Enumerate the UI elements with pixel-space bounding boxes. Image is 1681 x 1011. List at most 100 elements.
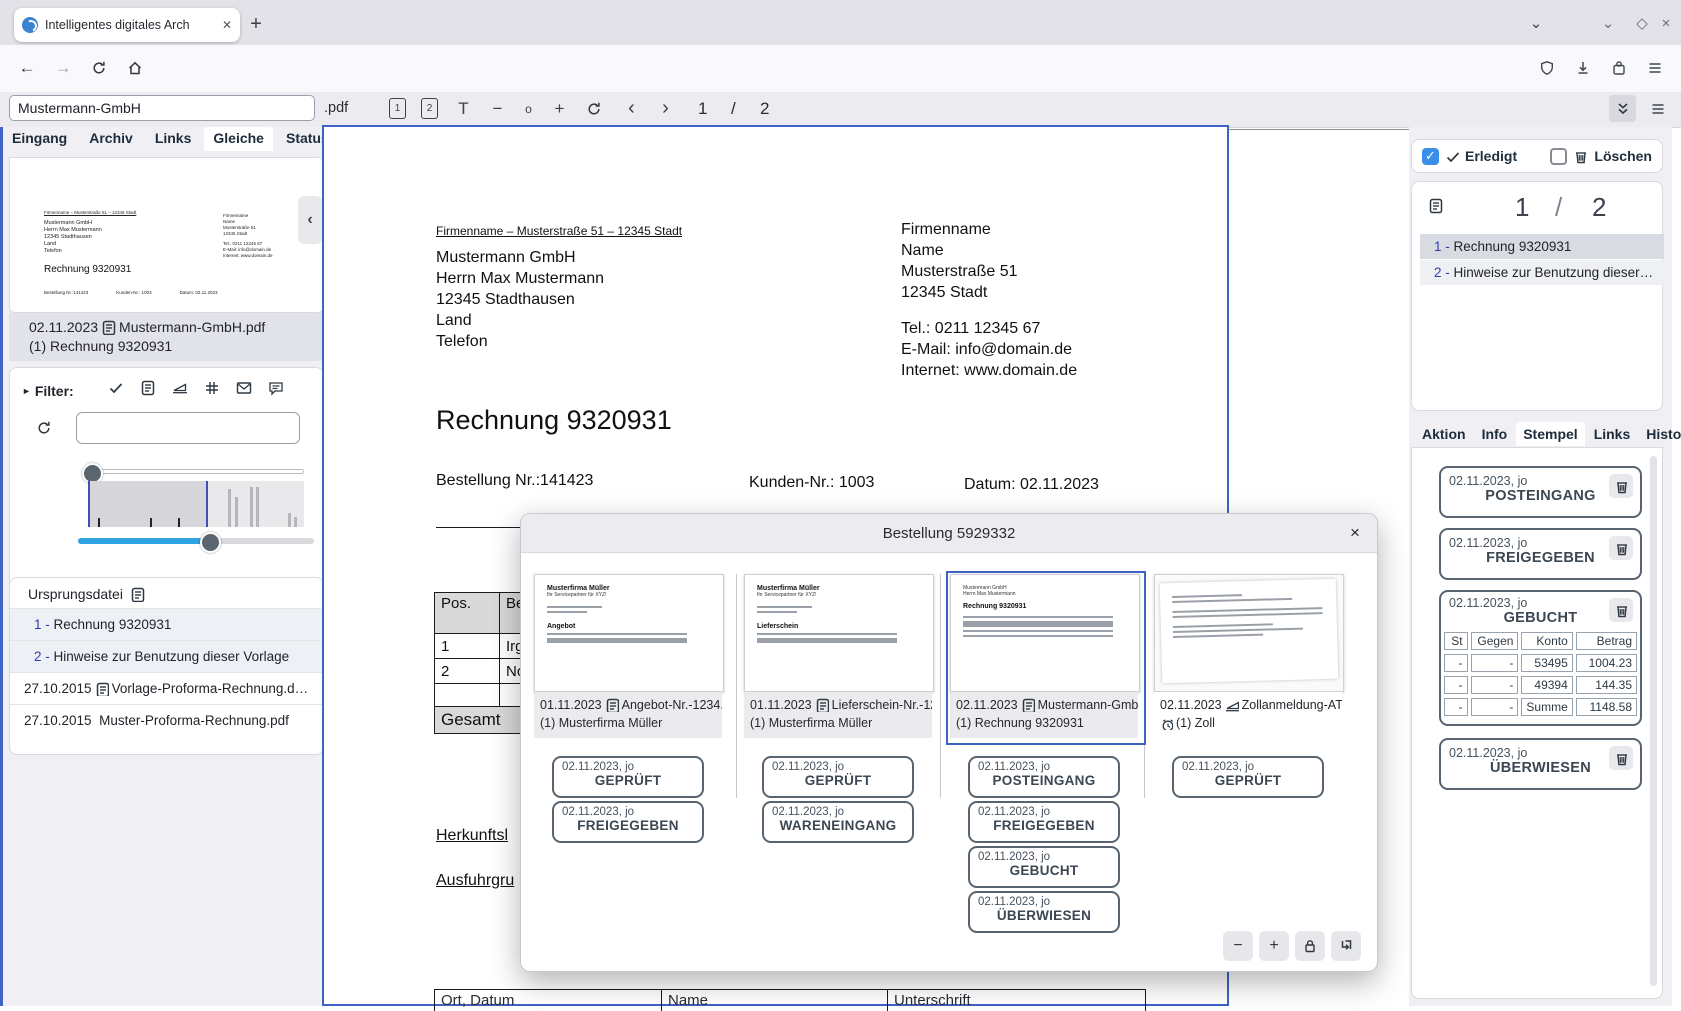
stamps-scrollbar[interactable] bbox=[1650, 456, 1657, 986]
document-filter-icon[interactable] bbox=[140, 380, 157, 397]
thumbnail-lieferschein[interactable]: Musterfirma Müller Ihr Servicepartner fü… bbox=[744, 574, 934, 692]
thumbnail-rechnung-selected[interactable]: Mustermann GmbH Herrn Max Mustermann Rec… bbox=[950, 574, 1140, 692]
modal-header[interactable]: Bestellung 5929332 × bbox=[521, 514, 1377, 553]
range-slider-handle[interactable] bbox=[200, 532, 221, 553]
thumbnail-caption[interactable]: 01.11.2023Lieferschein-Nr.-12… (1) Muste… bbox=[744, 692, 932, 738]
stamp-ueberwiesen[interactable]: 02.11.2023, jo ÜBERWIESEN bbox=[968, 891, 1120, 933]
tab-close-icon[interactable]: ✕ bbox=[222, 18, 232, 32]
mail-filter-icon[interactable] bbox=[236, 380, 253, 397]
new-tab-button[interactable]: + bbox=[242, 10, 270, 38]
zoom-slider-track[interactable] bbox=[88, 469, 304, 474]
filter-text-input[interactable] bbox=[76, 412, 300, 444]
source-page-item[interactable]: 1 - Rechnung 9320931 bbox=[10, 608, 323, 640]
filename-input[interactable] bbox=[9, 95, 315, 121]
doc-page-separator: / bbox=[1555, 192, 1562, 223]
tab-aktion[interactable]: Aktion bbox=[1415, 422, 1473, 446]
zoom-out-button[interactable]: − bbox=[484, 95, 511, 122]
delete-stamp-button[interactable] bbox=[1609, 598, 1633, 622]
minimize-button[interactable]: ⌄ bbox=[1594, 9, 1622, 37]
checkmark-filter-icon[interactable] bbox=[108, 380, 125, 397]
document-icon bbox=[130, 587, 145, 602]
source-page-item[interactable]: 2 - Hinweise zur Benutzung dieser Vorlag… bbox=[10, 640, 323, 672]
stamp-wareneingang[interactable]: 02.11.2023, jo WARENEINGANG bbox=[762, 801, 914, 843]
forward-button[interactable]: → bbox=[48, 53, 78, 83]
downloads-icon[interactable] bbox=[1568, 53, 1598, 83]
menu-icon[interactable] bbox=[1640, 53, 1670, 83]
thumbnail-caption[interactable]: 02.11.2023Mustermann-Gmb… (1) Rechnung 9… bbox=[950, 692, 1138, 738]
thumbnail-caption[interactable]: 02.11.2023Zollanmeldung-AT… (1) Zoll bbox=[1154, 692, 1342, 738]
filter-reload-icon[interactable] bbox=[36, 420, 56, 440]
dock-icon[interactable] bbox=[1331, 931, 1361, 961]
back-button[interactable]: ← bbox=[12, 53, 42, 83]
tab-info[interactable]: Info bbox=[1475, 422, 1515, 446]
chat-filter-icon[interactable] bbox=[268, 380, 285, 397]
preview-meta: Bestellung Nr.:141423 bbox=[44, 290, 88, 296]
file-list-item-selected[interactable]: 02.11.2023Mustermann-GmbH.pdf (1) Rechnu… bbox=[9, 313, 324, 361]
tab-historie[interactable]: Historie bbox=[1639, 422, 1681, 446]
stamp-gebucht[interactable]: 02.11.2023, jo GEBUCHT bbox=[968, 846, 1120, 888]
tab-archiv[interactable]: Archiv bbox=[80, 127, 142, 151]
extensions-icon[interactable] bbox=[1604, 53, 1634, 83]
preview-meta: Datum: 02.11.2023 bbox=[180, 290, 218, 296]
stamp-geprueft[interactable]: 02.11.2023, jo GEPRÜFT bbox=[552, 756, 704, 798]
tab-stempel[interactable]: Stempel bbox=[1516, 422, 1584, 446]
tab-links[interactable]: Links bbox=[1587, 422, 1638, 446]
home-button[interactable] bbox=[120, 53, 150, 83]
stamp-posteingang[interactable]: 02.11.2023, jo POSTEINGANG bbox=[968, 756, 1120, 798]
tab-links[interactable]: Links bbox=[146, 127, 201, 151]
text-tool-button[interactable]: T bbox=[450, 95, 477, 122]
stamp-geprueft[interactable]: 02.11.2023, jo GEPRÜFT bbox=[1172, 756, 1324, 798]
thumbnail-zollanmeldung[interactable] bbox=[1154, 574, 1344, 692]
stamp-geprueft[interactable]: 02.11.2023, jo GEPRÜFT bbox=[762, 756, 914, 798]
delete-stamp-button[interactable] bbox=[1609, 536, 1633, 560]
app-menu-icon[interactable] bbox=[1644, 95, 1671, 122]
lock-icon[interactable] bbox=[1295, 931, 1325, 961]
tab-eingang[interactable]: Eingang bbox=[3, 127, 76, 151]
modal-close-icon[interactable]: × bbox=[1343, 521, 1367, 545]
prev-page-button[interactable]: ‹ bbox=[618, 95, 645, 122]
thumbnail-caption[interactable]: 01.11.2023Angebot-Nr.-1234.pdf (1) Muste… bbox=[534, 692, 722, 738]
stamp-gebucht[interactable]: 02.11.2023, jo GEBUCHT St Gegen Konto Be… bbox=[1439, 590, 1642, 726]
histogram-bar bbox=[294, 517, 297, 527]
filter-expand-arrow-icon[interactable]: ► bbox=[22, 386, 31, 396]
stamp-ueberwiesen[interactable]: 02.11.2023, jo ÜBERWIESEN bbox=[1439, 738, 1642, 790]
delete-stamp-button[interactable] bbox=[1609, 746, 1633, 770]
preview-title: Rechnung 9320931 bbox=[44, 264, 194, 275]
loeschen-checkbox[interactable] bbox=[1550, 148, 1567, 165]
delete-stamp-button[interactable] bbox=[1609, 474, 1633, 498]
document-icon bbox=[605, 698, 619, 712]
modal-zoom-in-button[interactable]: + bbox=[1259, 931, 1289, 961]
modal-zoom-out-button[interactable]: − bbox=[1223, 931, 1253, 961]
file-date: 02.11.2023 bbox=[29, 319, 98, 335]
reload-button[interactable] bbox=[84, 53, 114, 83]
source-file-item[interactable]: 27.10.2015 Muster-Proforma-Rechnung.pdf bbox=[10, 704, 323, 736]
next-page-button[interactable]: › bbox=[652, 95, 679, 122]
rotate-icon[interactable] bbox=[580, 95, 607, 122]
stamp-freigegeben[interactable]: 02.11.2023, jo FREIGEGEBEN bbox=[1439, 528, 1642, 580]
erledigt-checkbox[interactable]: ✓ bbox=[1422, 148, 1439, 165]
collapse-panel-button[interactable]: ‹ bbox=[298, 196, 322, 244]
page-list-item[interactable]: 2 - Hinweise zur Benutzung dieser Vo… bbox=[1420, 260, 1664, 285]
list-tabs-chevron-icon[interactable]: ⌄ bbox=[1522, 9, 1550, 37]
close-window-button[interactable]: × bbox=[1652, 9, 1680, 37]
zoom-in-button[interactable]: + bbox=[546, 95, 573, 122]
grid-filter-icon[interactable] bbox=[204, 380, 221, 397]
document-preview-card: Firmenname – Musterstraße 51 – 12345 Sta… bbox=[9, 157, 324, 313]
column-divider bbox=[736, 574, 737, 798]
single-page-view-button[interactable]: 1 bbox=[384, 95, 411, 122]
source-file-item[interactable]: 27.10.2015Vorlage-Proforma-Rechnung.d… bbox=[10, 672, 323, 704]
shield-icon[interactable] bbox=[1532, 53, 1562, 83]
preview-line: Internet: www.domain.de bbox=[223, 253, 313, 259]
stamp-freigegeben[interactable]: 02.11.2023, jo FREIGEGEBEN bbox=[552, 801, 704, 843]
browser-tab[interactable]: Intelligentes digitales Arch ✕ bbox=[14, 8, 240, 42]
stamp-freigegeben[interactable]: 02.11.2023, jo FREIGEGEBEN bbox=[968, 801, 1120, 843]
double-chevron-down-icon[interactable] bbox=[1609, 95, 1636, 122]
tab-gleiche[interactable]: Gleiche bbox=[204, 127, 273, 151]
scanner-filter-icon[interactable] bbox=[172, 380, 189, 397]
page-list-item-selected[interactable]: 1 - Rechnung 9320931 bbox=[1420, 234, 1664, 259]
zoom-reset-button[interactable]: o bbox=[515, 95, 542, 122]
stamp-posteingang[interactable]: 02.11.2023, jo POSTEINGANG bbox=[1439, 466, 1642, 518]
document-icon bbox=[1428, 198, 1454, 224]
thumbnail-angebot[interactable]: Musterfirma Müller Ihr Servicepartner fü… bbox=[534, 574, 724, 692]
two-page-view-button[interactable]: 2 bbox=[416, 95, 443, 122]
